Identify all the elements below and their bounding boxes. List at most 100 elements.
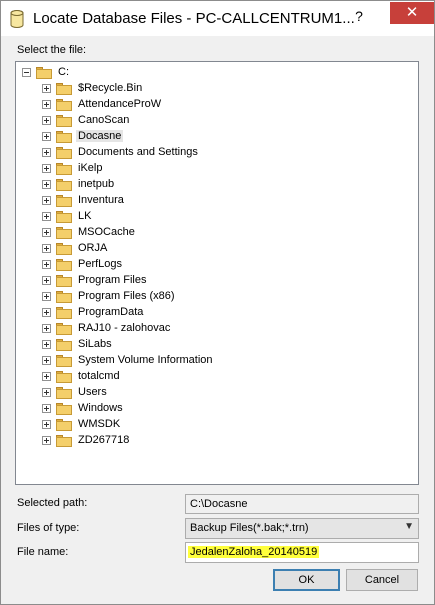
collapse-icon[interactable]: [22, 68, 31, 77]
tree-item-label: iKelp: [78, 162, 103, 174]
tree-item[interactable]: $Recycle.Bin: [42, 81, 402, 97]
help-button[interactable]: ?: [339, 1, 379, 31]
expand-icon[interactable]: [42, 436, 51, 445]
tree-item[interactable]: PerfLogs: [42, 257, 402, 273]
expand-icon[interactable]: [42, 228, 51, 237]
tree-item-label: System Volume Information: [78, 354, 213, 366]
tree-item-label: MSOCache: [78, 226, 135, 238]
folder-icon: [56, 243, 72, 255]
tree-item-label: Program Files (x86): [78, 290, 175, 302]
tree-item[interactable]: AttendanceProW: [42, 97, 402, 113]
tree-item[interactable]: Program Files: [42, 273, 402, 289]
folder-icon: [56, 291, 72, 303]
close-button[interactable]: ✕: [390, 2, 434, 24]
file-name-value: JedalenZaloha_20140519: [188, 546, 320, 558]
tree-item-label: LK: [78, 210, 92, 222]
tree-item[interactable]: iKelp: [42, 161, 402, 177]
expand-icon[interactable]: [42, 132, 51, 141]
selected-path-label: Selected path:: [17, 497, 88, 509]
folder-icon: [56, 387, 72, 399]
expand-icon[interactable]: [42, 404, 51, 413]
tree-item-label: Program Files: [78, 274, 147, 286]
folder-icon: [56, 259, 72, 271]
tree-item-label: ORJA: [78, 242, 108, 254]
dropdown-arrow-icon[interactable]: ▼: [404, 521, 414, 532]
tree-item[interactable]: Docasne: [42, 129, 402, 145]
tree-item[interactable]: ORJA: [42, 241, 402, 257]
tree-item-label: CanoScan: [78, 114, 130, 126]
expand-icon[interactable]: [42, 292, 51, 301]
tree-item[interactable]: Inventura: [42, 193, 402, 209]
expand-icon[interactable]: [42, 340, 51, 349]
tree-item[interactable]: Program Files (x86): [42, 289, 402, 305]
expand-icon[interactable]: [42, 212, 51, 221]
folder-icon: [56, 435, 72, 447]
expand-icon[interactable]: [42, 420, 51, 429]
help-icon: ?: [355, 8, 363, 24]
expand-icon[interactable]: [42, 84, 51, 93]
folder-icon: [56, 179, 72, 191]
folder-icon: [56, 163, 72, 175]
tree-item[interactable]: Documents and Settings: [42, 145, 402, 161]
expand-icon[interactable]: [42, 164, 51, 173]
files-of-type-value: Backup Files(*.bak;*.trn): [190, 522, 309, 534]
expand-icon[interactable]: [42, 180, 51, 189]
tree-item-label: Docasne: [76, 130, 124, 142]
folder-icon: [56, 131, 72, 143]
file-name-input[interactable]: JedalenZaloha_20140519: [185, 542, 419, 563]
folder-icon: [56, 339, 72, 351]
expand-icon[interactable]: [42, 260, 51, 269]
tree-item[interactable]: ProgramData: [42, 305, 402, 321]
expand-icon[interactable]: [42, 148, 51, 157]
tree-item-label: Windows: [78, 402, 123, 414]
folder-icon: [56, 147, 72, 159]
folder-icon: [56, 83, 72, 95]
folder-icon: [56, 323, 72, 335]
expand-icon[interactable]: [42, 356, 51, 365]
tree-item[interactable]: LK: [42, 209, 402, 225]
expand-icon[interactable]: [42, 372, 51, 381]
tree-item-label: PerfLogs: [78, 258, 123, 270]
tree-item-label: totalcmd: [78, 370, 120, 382]
folder-icon: [56, 275, 72, 287]
tree-item[interactable]: Windows: [42, 401, 402, 417]
tree-item-label: Documents and Settings: [78, 146, 198, 158]
tree-item[interactable]: Users: [42, 385, 402, 401]
folder-icon: [56, 419, 72, 431]
tree-item-label: Inventura: [78, 194, 124, 206]
expand-icon[interactable]: [42, 308, 51, 317]
tree-item[interactable]: ZD267718: [42, 433, 402, 449]
expand-icon[interactable]: [42, 116, 51, 125]
tree-item[interactable]: MSOCache: [42, 225, 402, 241]
tree-item[interactable]: WMSDK: [42, 417, 402, 433]
folder-tree[interactable]: C: $Recycle.Bin AttendanceProW CanoScan Doc…: [15, 61, 419, 485]
tree-item-label: ZD267718: [78, 434, 130, 446]
tree-root-label: C:: [58, 66, 69, 78]
ok-button[interactable]: OK: [273, 569, 340, 591]
folder-icon: [56, 99, 72, 111]
files-of-type-select[interactable]: Backup Files(*.bak;*.trn) ▼: [185, 518, 419, 539]
tree-item[interactable]: totalcmd: [42, 369, 402, 385]
expand-icon[interactable]: [42, 324, 51, 333]
folder-icon: [36, 67, 52, 79]
folder-icon: [56, 355, 72, 367]
tree-item[interactable]: inetpub: [42, 177, 402, 193]
tree-item[interactable]: System Volume Information: [42, 353, 402, 369]
database-icon: [10, 10, 24, 28]
tree-item[interactable]: SiLabs: [42, 337, 402, 353]
expand-icon[interactable]: [42, 196, 51, 205]
file-name-label: File name:: [17, 546, 69, 558]
files-of-type-label: Files of type:: [17, 522, 80, 534]
tree-root[interactable]: C:: [22, 65, 82, 81]
tree-item[interactable]: RAJ10 - zalohovac: [42, 321, 402, 337]
cancel-button[interactable]: Cancel: [346, 569, 418, 591]
expand-icon[interactable]: [42, 244, 51, 253]
tree-item-label: ProgramData: [78, 306, 144, 318]
expand-icon[interactable]: [42, 276, 51, 285]
tree-item-label: SiLabs: [78, 338, 112, 350]
tree-item[interactable]: CanoScan: [42, 113, 402, 129]
expand-icon[interactable]: [42, 100, 51, 109]
expand-icon[interactable]: [42, 388, 51, 397]
title-bar[interactable]: Locate Database Files - PC-CALLCENTRUM1.…: [1, 1, 434, 36]
close-icon: ✕: [405, 4, 419, 21]
